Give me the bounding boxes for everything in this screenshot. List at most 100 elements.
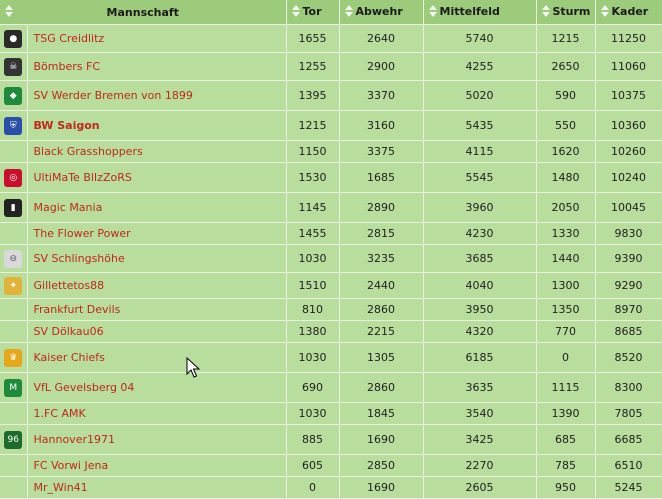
abwehr-value: 1845 <box>339 402 424 425</box>
column-header-team[interactable]: Mannschaft <box>0 0 287 25</box>
table-row[interactable]: Mr_Win41 0 1690 2605 950 5245 <box>0 476 662 499</box>
table-row[interactable]: M VfL Gevelsberg 04 690 2860 3635 1115 8300 <box>0 372 662 403</box>
sturm-value: 1215 <box>536 24 596 53</box>
column-header-kader[interactable]: Kader <box>595 0 662 25</box>
sort-icon[interactable] <box>344 5 353 19</box>
team-name-link[interactable]: Gillettetos88 <box>27 272 287 299</box>
column-header-label: Sturm <box>552 5 591 18</box>
team-name-link[interactable]: VfL Gevelsberg 04 <box>27 372 287 403</box>
header-row: Mannschaft Tor Abwehr Mittelfeld Sturm K… <box>0 0 662 25</box>
team-name-link[interactable]: Frankfurt Devils <box>27 298 287 321</box>
team-logo-cell <box>0 222 28 245</box>
team-name-link[interactable]: The Flower Power <box>27 222 287 245</box>
team-name-link[interactable]: Mr_Win41 <box>27 476 287 499</box>
tor-value: 1510 <box>286 272 340 299</box>
kader-value: 5245 <box>595 476 662 499</box>
abwehr-value: 3375 <box>339 140 424 163</box>
abwehr-value: 2890 <box>339 192 424 223</box>
table-row[interactable]: ⊖ SV Schlingshöhe 1030 3235 3685 1440 9390 <box>0 244 662 273</box>
team-name-link[interactable]: TSG Creidlitz <box>27 24 287 53</box>
team-logo-cell <box>0 402 28 425</box>
abwehr-value: 1305 <box>339 342 424 373</box>
table-row[interactable]: 1.FC AMK 1030 1845 3540 1390 7805 <box>0 402 662 425</box>
kader-value: 8970 <box>595 298 662 321</box>
table-row[interactable]: ◆ SV Werder Bremen von 1899 1395 3370 5020 59… <box>0 80 662 111</box>
team-logo-cell: ✦ <box>0 272 28 299</box>
sort-icon[interactable] <box>291 5 300 19</box>
team-name-link[interactable]: SV Werder Bremen von 1899 <box>27 80 287 111</box>
mouse-cursor-icon <box>186 357 200 378</box>
mittelfeld-value: 4040 <box>423 272 537 299</box>
team-logo-cell <box>0 454 28 477</box>
table-row[interactable]: SV Dölkau06 1380 2215 4320 770 8685 <box>0 320 662 343</box>
tor-value: 1455 <box>286 222 340 245</box>
column-header-tor[interactable]: Tor <box>286 0 340 25</box>
table-row[interactable]: The Flower Power 1455 2815 4230 1330 9830 <box>0 222 662 245</box>
table-row[interactable]: ☠ Bömbers FC 1255 2900 4255 2650 11060 <box>0 52 662 81</box>
column-header-mittelfeld[interactable]: Mittelfeld <box>423 0 537 25</box>
team-name-link[interactable]: UltiMaTe BlIzZoRS <box>27 162 287 193</box>
tor-value: 605 <box>286 454 340 477</box>
mittelfeld-value: 4230 <box>423 222 537 245</box>
kader-value: 9830 <box>595 222 662 245</box>
mittelfeld-value: 3960 <box>423 192 537 223</box>
team-name-link[interactable]: Black Grasshoppers <box>27 140 287 163</box>
table-row[interactable]: Black Grasshoppers 1150 3375 4115 1620 10260 <box>0 140 662 163</box>
team-name-link[interactable]: BW Saigon <box>27 110 287 141</box>
kader-value: 10260 <box>595 140 662 163</box>
team-logo-cell: ♛ <box>0 342 28 373</box>
kader-value: 9290 <box>595 272 662 299</box>
table-row[interactable]: ◎ UltiMaTe BlIzZoRS 1530 1685 5545 1480 10240 <box>0 162 662 193</box>
column-header-abwehr[interactable]: Abwehr <box>339 0 424 25</box>
team-name-link[interactable]: Magic Mania <box>27 192 287 223</box>
table-row[interactable]: FC Vorwi Jena 605 2850 2270 785 6510 <box>0 454 662 477</box>
team-name-link[interactable]: FC Vorwi Jena <box>27 454 287 477</box>
juventus-crest-icon: ▮ <box>4 198 23 217</box>
abwehr-value: 2215 <box>339 320 424 343</box>
table-row[interactable]: ♛ Kaiser Chiefs 1030 1305 6185 0 8520 <box>0 342 662 373</box>
team-name-link[interactable]: Hannover1971 <box>27 424 287 455</box>
table-row[interactable]: ▮ Magic Mania 1145 2890 3960 2050 10045 <box>0 192 662 223</box>
skull-icon: ☠ <box>4 57 23 76</box>
sort-icon[interactable] <box>541 5 550 19</box>
kaiser-chiefs-crest-icon: ♛ <box>4 348 23 367</box>
team-logo-cell <box>0 298 28 321</box>
abwehr-value: 2640 <box>339 24 424 53</box>
abwehr-value: 2815 <box>339 222 424 245</box>
mittelfeld-value: 5740 <box>423 24 537 53</box>
sort-icon[interactable] <box>600 5 609 19</box>
sturm-value: 590 <box>536 80 596 111</box>
crest-icon: ● <box>4 29 23 48</box>
tor-value: 810 <box>286 298 340 321</box>
kader-value: 10240 <box>595 162 662 193</box>
gladbach-crest-icon: M <box>4 378 23 397</box>
table-row[interactable]: 96 Hannover1971 885 1690 3425 685 6685 <box>0 424 662 455</box>
table-row[interactable]: ● TSG Creidlitz 1655 2640 5740 1215 11250 <box>0 24 662 53</box>
team-name-link[interactable]: SV Schlingshöhe <box>27 244 287 273</box>
tor-value: 1030 <box>286 402 340 425</box>
team-ranking-table: Mannschaft Tor Abwehr Mittelfeld Sturm K… <box>0 0 662 499</box>
team-name-link[interactable]: Bömbers FC <box>27 52 287 81</box>
table-row[interactable]: Frankfurt Devils 810 2860 3950 1350 8970 <box>0 298 662 321</box>
sort-icon[interactable] <box>428 5 437 19</box>
table-body: ● TSG Creidlitz 1655 2640 5740 1215 11250 ☠ Bömb… <box>0 24 662 499</box>
team-name-link[interactable]: Kaiser Chiefs <box>27 342 287 373</box>
mittelfeld-value: 3685 <box>423 244 537 273</box>
sturm-value: 0 <box>536 342 596 373</box>
team-logo-cell: ⊖ <box>0 244 28 273</box>
kader-value: 11060 <box>595 52 662 81</box>
tor-value: 1030 <box>286 342 340 373</box>
sturm-value: 2050 <box>536 192 596 223</box>
team-logo-cell <box>0 140 28 163</box>
kader-value: 10375 <box>595 80 662 111</box>
team-logo-cell: M <box>0 372 28 403</box>
abwehr-value: 1690 <box>339 424 424 455</box>
column-header-sturm[interactable]: Sturm <box>536 0 596 25</box>
team-name-link[interactable]: SV Dölkau06 <box>27 320 287 343</box>
team-name-link[interactable]: 1.FC AMK <box>27 402 287 425</box>
column-header-label: Tor <box>302 5 322 18</box>
sort-icon[interactable] <box>5 5 13 19</box>
table-row[interactable]: ⛨ BW Saigon 1215 3160 5435 550 10360 <box>0 110 662 141</box>
sturm-value: 1350 <box>536 298 596 321</box>
table-row[interactable]: ✦ Gillettetos88 1510 2440 4040 1300 9290 <box>0 272 662 299</box>
